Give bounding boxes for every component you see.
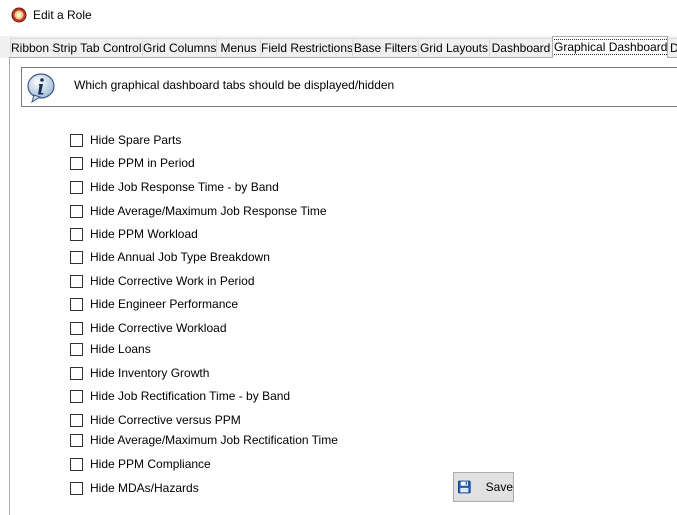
option-hide-job-response-time-by-band[interactable]: Hide Job Response Time - by Band (70, 179, 279, 195)
floppy-disk-icon (458, 480, 471, 494)
checkbox[interactable] (70, 321, 83, 335)
option-label: Hide Loans (90, 342, 151, 356)
option-hide-job-rectification-time-by-band[interactable]: Hide Job Rectification Time - by Band (70, 388, 290, 404)
checkbox[interactable] (70, 297, 83, 311)
checkbox[interactable] (70, 156, 83, 170)
option-label: Hide Engineer Performance (90, 297, 239, 311)
option-label: Hide Job Response Time - by Band (90, 180, 279, 194)
tab-base-filters[interactable]: Base Filters (352, 38, 419, 57)
checkbox[interactable] (70, 274, 83, 288)
save-button[interactable]: Save (453, 472, 514, 502)
checkbox[interactable] (70, 457, 83, 471)
tab-graphical-dashboard[interactable]: Graphical Dashboard (552, 36, 668, 58)
option-hide-loans[interactable]: Hide Loans (70, 341, 151, 357)
checkbox[interactable] (70, 133, 83, 147)
info-bar: Which graphical dashboard tabs should be… (21, 67, 677, 107)
option-label: Hide Corrective versus PPM (90, 413, 241, 427)
option-label: Hide Average/Maximum Job Response Time (90, 204, 327, 218)
checkbox[interactable] (70, 481, 83, 495)
option-label: Hide Job Rectification Time - by Band (90, 389, 291, 403)
option-label: Hide Inventory Growth (90, 366, 210, 380)
option-label: Hide Corrective Work in Period (90, 274, 255, 288)
option-hide-corrective-work-in-period[interactable]: Hide Corrective Work in Period (70, 273, 255, 289)
option-hide-spare-parts[interactable]: Hide Spare Parts (70, 132, 181, 148)
option-hide-mdas-hazards[interactable]: Hide MDAs/Hazards (70, 480, 199, 496)
option-label: Hide Spare Parts (90, 133, 182, 147)
option-label: Hide MDAs/Hazards (90, 481, 199, 495)
tab-strip: Ribbon Strip Tab Controls Grid Columns M… (0, 36, 677, 58)
window-title: Edit a Role (33, 8, 92, 22)
tab-grid-layouts[interactable]: Grid Layouts (418, 38, 490, 57)
option-hide-ppm-workload[interactable]: Hide PPM Workload (70, 226, 198, 242)
option-hide-engineer-performance[interactable]: Hide Engineer Performance (70, 296, 238, 312)
option-label: Hide PPM in Period (90, 156, 195, 170)
option-label: Hide Average/Maximum Job Rectification T… (90, 433, 338, 447)
save-button-label: Save (485, 480, 513, 494)
app-icon (11, 7, 27, 23)
info-text: Which graphical dashboard tabs should be… (74, 78, 395, 92)
checkbox[interactable] (70, 366, 83, 380)
checkbox[interactable] (70, 433, 83, 447)
tab-dashboard[interactable]: Dashboard (489, 38, 553, 57)
option-label: Hide Corrective Workload (90, 321, 227, 335)
checkbox[interactable] (70, 342, 83, 356)
info-icon (27, 73, 55, 104)
checkbox[interactable] (70, 250, 83, 264)
checkbox[interactable] (70, 227, 83, 241)
tab-grid-columns[interactable]: Grid Columns (142, 38, 217, 57)
option-hide-ppm-in-period[interactable]: Hide PPM in Period (70, 155, 195, 171)
checkbox[interactable] (70, 204, 83, 218)
option-label: Hide PPM Workload (90, 227, 198, 241)
checkbox[interactable] (70, 413, 83, 427)
tab-field-restrictions[interactable]: Field Restrictions (260, 38, 353, 57)
title-bar: Edit a Role (0, 0, 677, 32)
option-hide-ppm-compliance[interactable]: Hide PPM Compliance (70, 456, 211, 472)
option-hide-corrective-workload[interactable]: Hide Corrective Workload (70, 320, 227, 336)
tab-menus[interactable]: Menus (216, 38, 261, 57)
option-label: Hide Annual Job Type Breakdown (90, 250, 270, 264)
tab-ribbon-strip-tab-controls[interactable]: Ribbon Strip Tab Controls (10, 38, 143, 57)
option-hide-average-maximum-job-response-time[interactable]: Hide Average/Maximum Job Response Time (70, 203, 327, 219)
checkbox[interactable] (70, 180, 83, 194)
option-hide-inventory-growth[interactable]: Hide Inventory Growth (70, 365, 209, 381)
option-hide-average-maximum-job-rectification-time[interactable]: Hide Average/Maximum Job Rectification T… (70, 432, 338, 448)
option-label: Hide PPM Compliance (90, 457, 211, 471)
option-hide-annual-job-type-breakdown[interactable]: Hide Annual Job Type Breakdown (70, 249, 270, 265)
tab-overflow[interactable]: D (667, 38, 677, 57)
checkbox[interactable] (70, 389, 83, 403)
option-hide-corrective-versus-ppm[interactable]: Hide Corrective versus PPM (70, 412, 241, 428)
